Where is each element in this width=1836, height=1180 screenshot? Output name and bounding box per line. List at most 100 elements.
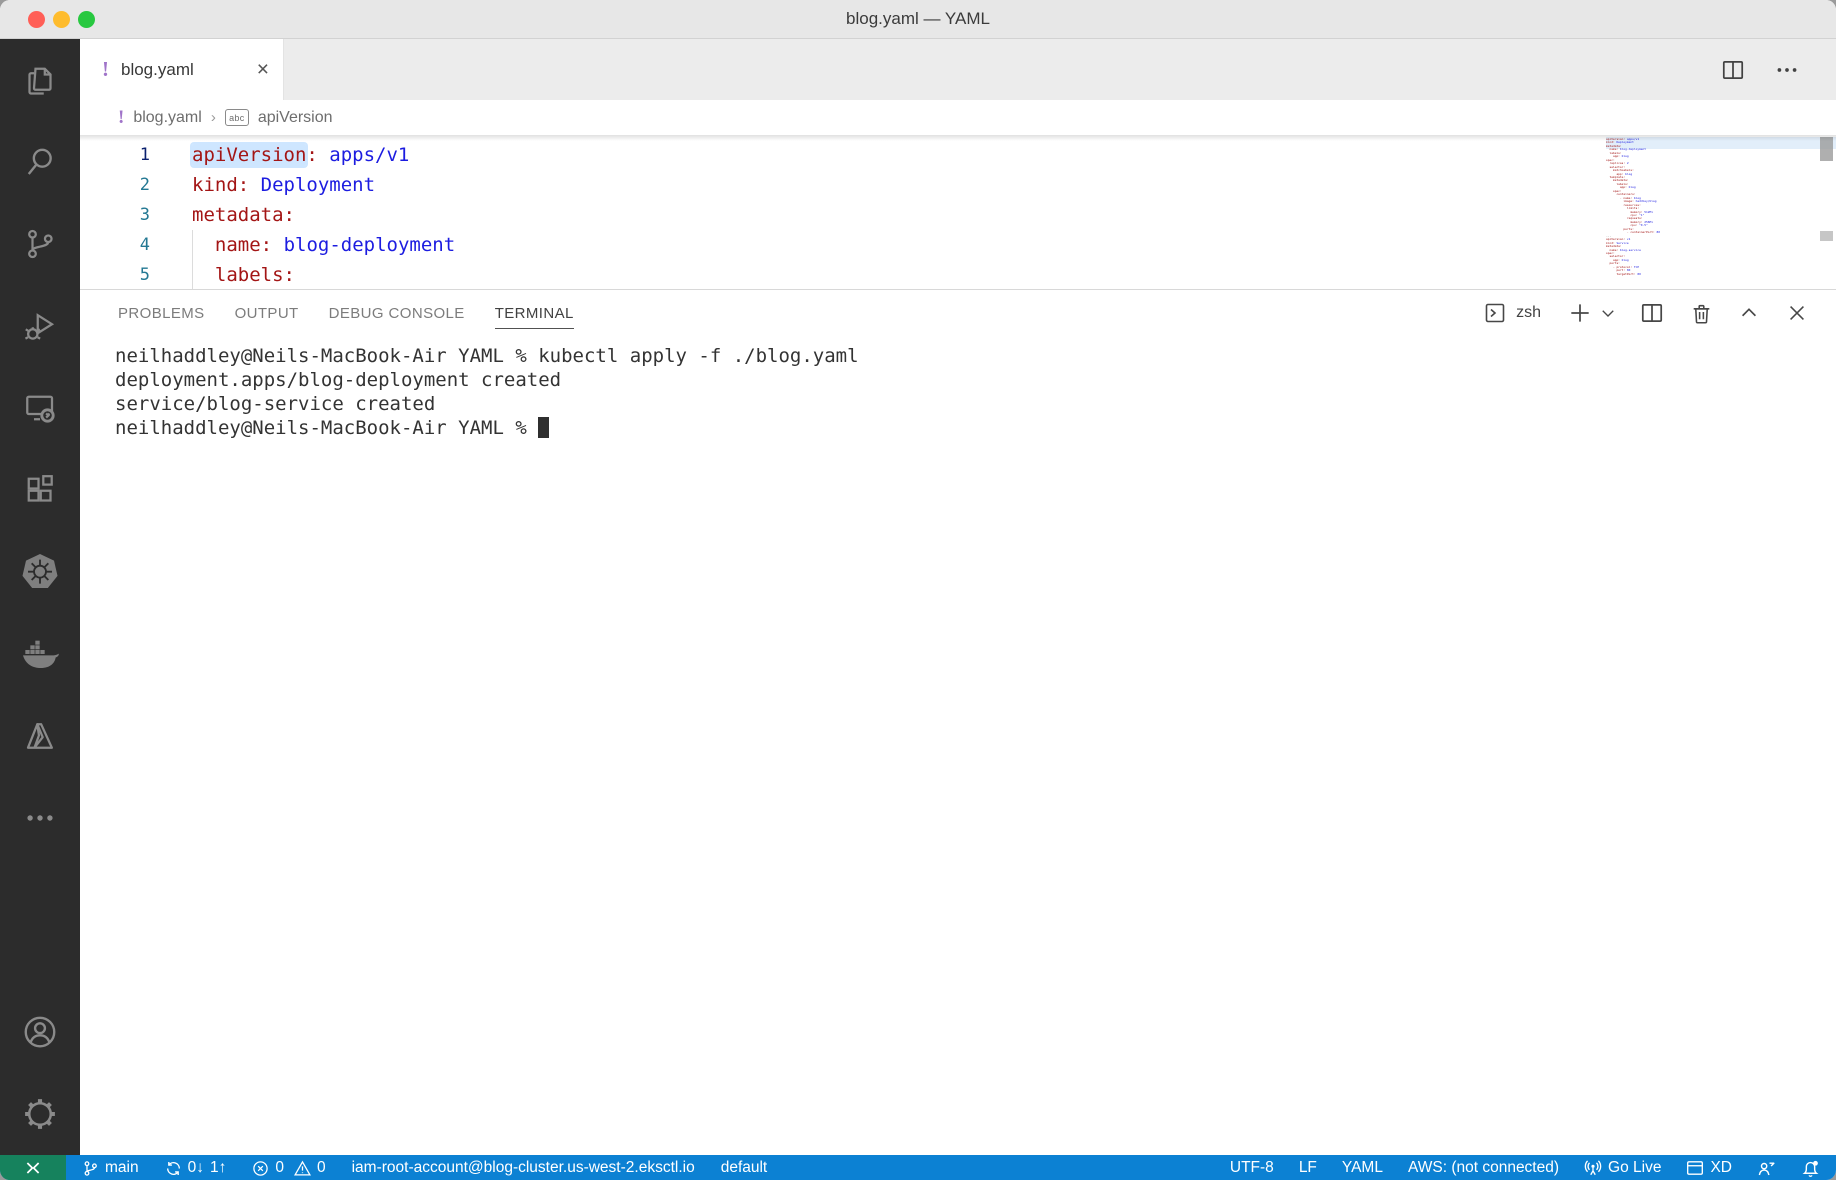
- scrollbar-thumb[interactable]: [1820, 137, 1833, 161]
- terminal-line: service/blog-service created: [115, 393, 436, 415]
- files-icon: [22, 62, 58, 98]
- chevron-right-icon: ›: [210, 109, 216, 126]
- sidebar-item-docker[interactable]: [0, 613, 80, 695]
- shell-label: zsh: [1516, 304, 1541, 321]
- terminal-shell-selector[interactable]: zsh: [1483, 301, 1541, 325]
- sidebar-item-kubernetes[interactable]: [0, 531, 80, 613]
- panel-tab-terminal[interactable]: TERMINAL: [494, 297, 574, 329]
- line-number: 4: [139, 235, 150, 255]
- line-number: 3: [139, 205, 150, 225]
- search-icon: [22, 144, 58, 180]
- source-control-icon: [22, 226, 58, 262]
- minimap[interactable]: apiVersion: apps/v1 kind: Deployment metad…: [1606, 135, 1836, 289]
- sidebar-item-extensions[interactable]: [0, 449, 80, 531]
- editor-tab-bar: ! blog.yaml ×: [80, 39, 1836, 100]
- sidebar-item-more-views[interactable]: [0, 777, 80, 859]
- notifications-button[interactable]: [1801, 1159, 1820, 1178]
- sidebar-item-explorer[interactable]: [0, 39, 80, 121]
- aws-status[interactable]: AWS: (not connected): [1408, 1159, 1559, 1177]
- line-number: 2: [139, 175, 150, 195]
- close-window-button[interactable]: [28, 10, 45, 28]
- git-branch-icon: [84, 1160, 97, 1176]
- terminal-dropdown-button[interactable]: [1599, 304, 1617, 322]
- terminal-line: neilhaddley@Neils-MacBook-Air YAML % kub…: [115, 345, 859, 367]
- panel-tab-problems[interactable]: PROBLEMS: [118, 297, 205, 329]
- code-line-3[interactable]: 3 metadata:: [80, 200, 1836, 230]
- editor-lines: 1 apiVersion: apps/v1 2 kind: Deployment…: [80, 135, 1836, 289]
- kube-namespace-status[interactable]: default: [721, 1159, 768, 1177]
- sidebar-item-source-control[interactable]: [0, 203, 80, 285]
- code-line-2[interactable]: 2 kind: Deployment: [80, 170, 1836, 200]
- symbol-string-icon: abc: [224, 109, 249, 126]
- tab-close-button[interactable]: ×: [257, 59, 269, 80]
- terminal-line: deployment.apps/blog-deployment created: [115, 369, 562, 391]
- line-number: 1: [139, 145, 150, 165]
- xd-status[interactable]: XD: [1686, 1159, 1732, 1177]
- kubernetes-icon: [20, 552, 60, 592]
- tab-blog-yaml[interactable]: ! blog.yaml ×: [80, 39, 284, 100]
- minimize-window-button[interactable]: [53, 10, 70, 28]
- code-line-5[interactable]: 5 labels:: [80, 260, 1836, 289]
- code-line-1[interactable]: 1 apiVersion: apps/v1: [80, 140, 1836, 170]
- sync-icon: [166, 1161, 180, 1175]
- traffic-lights: [28, 0, 95, 38]
- kube-context-status[interactable]: iam-root-account@blog-cluster.us-west-2.…: [352, 1159, 695, 1177]
- remote-indicator[interactable]: [0, 1155, 66, 1180]
- bottom-panel: PROBLEMS OUTPUT DEBUG CONSOLE TERMINAL z…: [80, 289, 1836, 1155]
- eol-status[interactable]: LF: [1299, 1159, 1317, 1177]
- code-line-4[interactable]: 4 name: blog-deployment: [80, 230, 1836, 260]
- extensions-icon: [22, 472, 58, 508]
- tab-label: blog.yaml: [121, 59, 194, 79]
- gear-icon: [21, 1095, 59, 1133]
- docker-icon: [20, 634, 60, 674]
- yaml-file-icon: !: [102, 57, 109, 81]
- breadcrumb-file[interactable]: blog.yaml: [133, 109, 201, 127]
- settings-button[interactable]: [0, 1073, 80, 1155]
- xd-window-icon: [1687, 1161, 1704, 1175]
- remote-icon: [26, 1162, 40, 1174]
- activity-bar: [0, 39, 80, 1155]
- sidebar-item-run-debug[interactable]: [0, 285, 80, 367]
- sidebar-item-azure[interactable]: [0, 695, 80, 777]
- vscode-window: blog.yaml — YAML ! blog.yaml × ! blog.ya…: [0, 0, 1836, 1180]
- window-title: blog.yaml — YAML: [846, 9, 990, 28]
- line-number: 5: [139, 265, 150, 285]
- bell-icon: [1802, 1160, 1819, 1177]
- broadcast-icon: [1584, 1160, 1602, 1176]
- yaml-file-icon: !: [118, 106, 125, 128]
- terminal-cursor: [538, 417, 550, 438]
- sidebar-item-search[interactable]: [0, 121, 80, 203]
- kill-terminal-button[interactable]: [1689, 301, 1714, 326]
- remote-explorer-icon: [22, 390, 58, 426]
- feedback-button[interactable]: [1757, 1159, 1776, 1178]
- error-icon: [253, 1160, 269, 1176]
- sidebar-item-remote-explorer[interactable]: [0, 367, 80, 449]
- terminal-output[interactable]: neilhaddley@Neils-MacBook-Air YAML % kub…: [80, 336, 1836, 1155]
- encoding-status[interactable]: UTF-8: [1230, 1159, 1274, 1177]
- panel-tab-debug-console[interactable]: DEBUG CONSOLE: [329, 297, 465, 329]
- close-panel-button[interactable]: [1786, 302, 1808, 324]
- breadcrumb-symbol[interactable]: apiVersion: [258, 109, 333, 127]
- terminal-line: neilhaddley@Neils-MacBook-Air YAML %: [115, 416, 1836, 440]
- more-actions-button[interactable]: [1774, 57, 1800, 83]
- sync-status[interactable]: 0↓ 1↑: [165, 1159, 226, 1177]
- maximize-panel-button[interactable]: [1738, 302, 1760, 324]
- accounts-button[interactable]: [0, 991, 80, 1073]
- zoom-window-button[interactable]: [78, 10, 95, 28]
- indent-guide: [192, 230, 193, 289]
- code-editor[interactable]: 1 apiVersion: apps/v1 2 kind: Deployment…: [80, 135, 1836, 289]
- panel-tab-output[interactable]: OUTPUT: [235, 297, 299, 329]
- feedback-person-icon: [1758, 1161, 1775, 1175]
- panel-header: PROBLEMS OUTPUT DEBUG CONSOLE TERMINAL z…: [80, 290, 1836, 336]
- split-terminal-button[interactable]: [1639, 300, 1665, 326]
- go-live-button[interactable]: Go Live: [1584, 1159, 1661, 1177]
- run-debug-icon: [22, 308, 58, 344]
- account-icon: [21, 1013, 59, 1051]
- split-editor-button[interactable]: [1720, 57, 1746, 83]
- language-mode-status[interactable]: YAML: [1342, 1159, 1383, 1177]
- azure-icon: [22, 718, 58, 754]
- problems-status[interactable]: 0 0: [252, 1159, 326, 1177]
- branch-status[interactable]: main: [82, 1159, 139, 1177]
- editor-scrollbar[interactable]: [1816, 135, 1836, 289]
- new-terminal-button[interactable]: [1567, 300, 1593, 326]
